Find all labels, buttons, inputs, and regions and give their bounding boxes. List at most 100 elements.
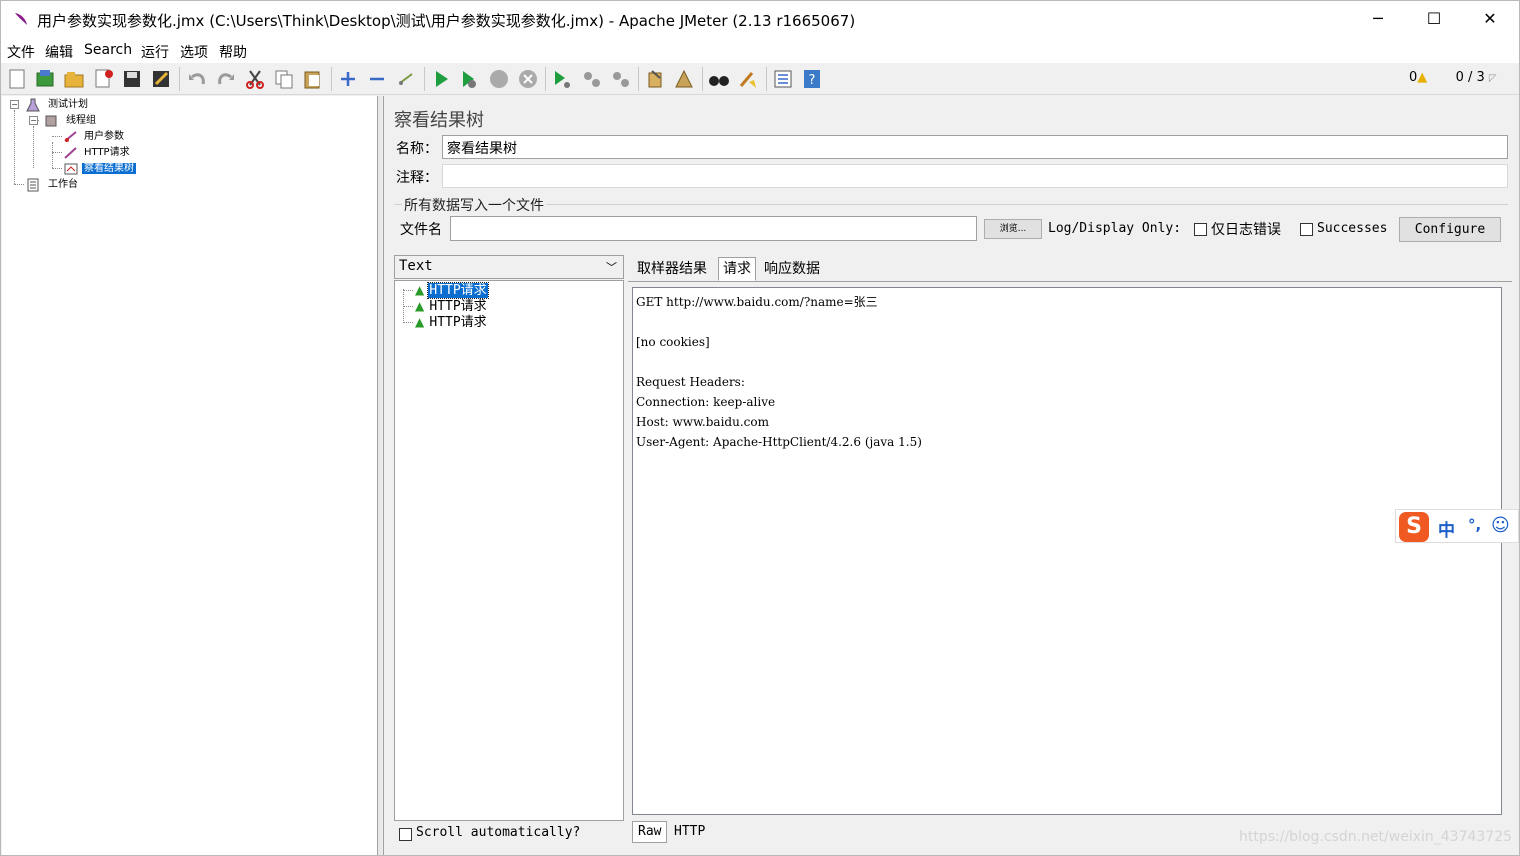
element-panel: 察看结果树 名称： 察看结果树 注释： 所有数据写入一个文件 文件名 浏览...…: [383, 96, 1519, 855]
request-text[interactable]: GET http://www.baidu.com/?name=张三 [no co…: [632, 287, 1502, 815]
comment-label: 注释：: [396, 170, 438, 186]
toggle-icon[interactable]: [395, 68, 417, 90]
search-binoculars-icon[interactable]: [708, 68, 730, 90]
tab-request[interactable]: 请求: [718, 257, 756, 281]
emoji-icon[interactable]: ☺: [1491, 515, 1510, 536]
undo-icon[interactable]: [186, 68, 208, 90]
remote-start-icon[interactable]: [551, 68, 573, 90]
filename-input[interactable]: [450, 216, 977, 241]
successes-label: Successes: [1317, 221, 1388, 236]
cut-icon[interactable]: [244, 68, 266, 90]
templates-icon[interactable]: [34, 68, 56, 90]
save-as-icon[interactable]: [150, 68, 172, 90]
split-pane-divider[interactable]: [378, 96, 382, 855]
sogou-logo-icon: S: [1399, 512, 1429, 542]
thread-group-expander[interactable]: −: [29, 116, 38, 125]
menu-bar: 文件 编辑 Search 运行 选项 帮助: [1, 37, 1519, 63]
renderer-select[interactable]: Text ﹀: [394, 255, 624, 279]
tree-node-user-params[interactable]: 用户参数: [82, 130, 126, 144]
stop-icon[interactable]: [488, 68, 510, 90]
workbench-icon: [27, 178, 39, 192]
remote-stop-icon[interactable]: [581, 68, 603, 90]
save-icon[interactable]: [121, 68, 143, 90]
results-list-panel: Text ﹀ ▲ HTTP请求 ▲ HTTP请求 ▲ HTTP请求 Scroll…: [394, 255, 624, 852]
reset-search-icon[interactable]: [737, 68, 759, 90]
watermark: https://blog.csdn.net/weixin_43743725: [1239, 829, 1513, 845]
browse-button[interactable]: 浏览...: [984, 219, 1042, 239]
test-plan-expander[interactable]: −: [10, 100, 19, 109]
tree-node-view-results-tree[interactable]: 察看结果树: [82, 162, 136, 176]
configure-button[interactable]: Configure: [1399, 217, 1501, 242]
start-icon[interactable]: [430, 68, 452, 90]
success-icon: ▲: [415, 315, 425, 329]
start-no-pauses-icon[interactable]: [458, 68, 480, 90]
result-item[interactable]: ▲ HTTP请求: [415, 314, 488, 330]
thread-status: 0 / 3: [1455, 70, 1485, 85]
maximize-button[interactable]: ☐: [1405, 1, 1463, 37]
chevron-down-icon: ﹀: [606, 261, 617, 274]
ime-punct[interactable]: °,: [1468, 516, 1481, 534]
menu-file[interactable]: 文件: [7, 42, 35, 62]
copy-icon[interactable]: [273, 68, 295, 90]
tree-node-test-plan[interactable]: 测试计划: [46, 98, 90, 112]
name-field[interactable]: 察看结果树: [442, 135, 1508, 159]
comment-field[interactable]: [442, 164, 1508, 188]
minimize-button[interactable]: ─: [1349, 1, 1407, 37]
results-tree: ▲ HTTP请求 ▲ HTTP请求 ▲ HTTP请求: [394, 280, 624, 821]
ime-toolbar[interactable]: S 中 °, ☺: [1395, 509, 1519, 543]
scroll-auto-checkbox[interactable]: [399, 828, 412, 841]
function-helper-icon[interactable]: [772, 68, 794, 90]
expand-all-icon[interactable]: [337, 68, 359, 90]
paste-icon[interactable]: [302, 68, 324, 90]
menu-edit[interactable]: 编辑: [45, 42, 73, 62]
warning-icon[interactable]: ▲: [1417, 70, 1427, 85]
tab-sampler-result[interactable]: 取样器结果: [632, 257, 712, 281]
menu-run[interactable]: 运行: [141, 42, 169, 62]
errors-only-checkbox[interactable]: [1194, 223, 1207, 236]
flask-icon: [26, 98, 40, 112]
title-bar: 用户参数实现参数化.jmx (C:\Users\Think\Desktop\测试…: [1, 1, 1519, 37]
scroll-auto-label: Scroll automatically?: [416, 825, 581, 840]
sampler-icon: [64, 147, 77, 159]
shutdown-icon[interactable]: [517, 68, 539, 90]
tree-node-workbench[interactable]: 工作台: [46, 178, 80, 192]
open-icon[interactable]: [63, 68, 85, 90]
successes-checkbox[interactable]: [1300, 223, 1313, 236]
help-icon[interactable]: ?: [801, 68, 823, 90]
clear-all-icon[interactable]: [673, 68, 695, 90]
spool-icon: [45, 115, 57, 127]
clear-icon[interactable]: [644, 68, 666, 90]
menu-search[interactable]: Search: [84, 42, 132, 58]
status-corner-icon: ◸: [1488, 73, 1497, 84]
filename-label: 文件名: [400, 222, 442, 238]
errors-only-label: 仅日志错误: [1211, 222, 1281, 238]
ime-mode[interactable]: 中: [1438, 516, 1455, 541]
tab-http[interactable]: HTTP: [668, 821, 711, 843]
name-label: 名称：: [396, 141, 438, 157]
success-icon: ▲: [415, 283, 425, 297]
tree-node-thread-group[interactable]: 线程组: [64, 114, 98, 128]
collapse-all-icon[interactable]: [366, 68, 388, 90]
result-item[interactable]: ▲ HTTP请求: [415, 298, 488, 314]
svg-text:?: ?: [809, 73, 816, 88]
remote-shutdown-icon[interactable]: [610, 68, 632, 90]
success-icon: ▲: [415, 299, 425, 313]
toolbar: ? 0▲ 0 / 3 ◸: [1, 63, 1519, 95]
window-title: 用户参数实现参数化.jmx (C:\Users\Think\Desktop\测试…: [37, 12, 856, 30]
jmeter-feather-icon: [15, 13, 27, 25]
menu-help[interactable]: 帮助: [219, 42, 247, 62]
result-item[interactable]: ▲ HTTP请求: [415, 282, 489, 299]
tree-node-http-request[interactable]: HTTP请求: [82, 146, 132, 160]
close-file-icon[interactable]: [93, 68, 115, 90]
menu-options[interactable]: 选项: [180, 42, 208, 62]
tab-raw[interactable]: Raw: [632, 821, 668, 843]
panel-title: 察看结果树: [394, 110, 484, 131]
result-detail-panel: 取样器结果 请求 响应数据 GET http://www.baidu.com/?…: [628, 255, 1512, 852]
redo-icon[interactable]: [215, 68, 237, 90]
new-icon[interactable]: [6, 68, 28, 90]
tab-response-data[interactable]: 响应数据: [759, 257, 825, 281]
test-plan-tree: − 测试计划 − 线程组 用户参数 HTTP请求 察看结果树 工作台: [2, 96, 378, 855]
close-button[interactable]: ✕: [1461, 1, 1519, 37]
log-display-only-label: Log/Display Only:: [1048, 221, 1182, 236]
listener-icon: [64, 163, 78, 175]
